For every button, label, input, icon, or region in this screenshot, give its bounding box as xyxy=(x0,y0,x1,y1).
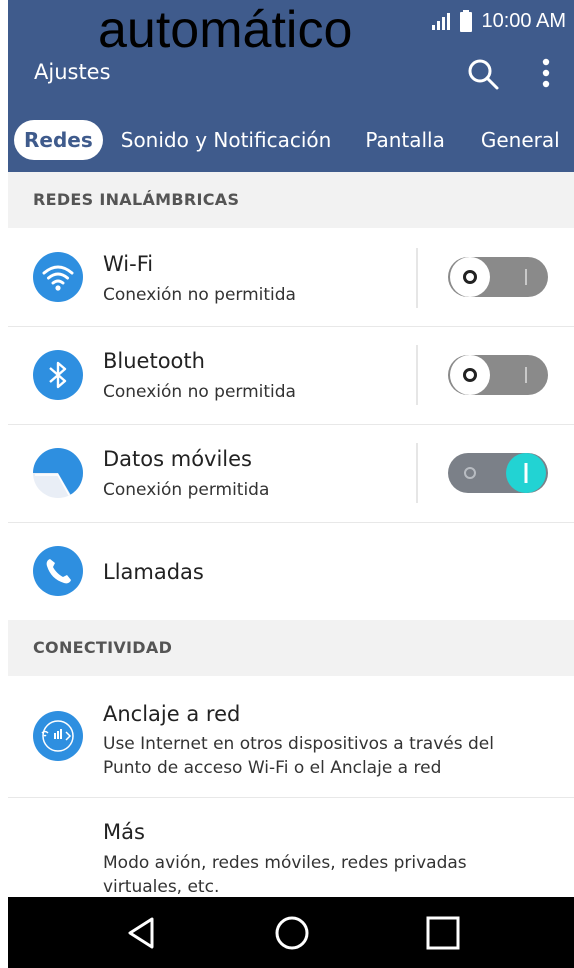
item-title: Wi-Fi xyxy=(103,252,154,276)
list-item-bluetooth[interactable]: Bluetooth Conexión no permitida xyxy=(8,327,574,424)
tethering-icon xyxy=(33,711,83,761)
list-item-calls[interactable]: Llamadas xyxy=(8,523,574,620)
tab-general[interactable]: General xyxy=(473,120,568,160)
item-title: Bluetooth xyxy=(103,349,205,373)
divider xyxy=(416,248,418,308)
more-vert-icon[interactable] xyxy=(536,56,556,92)
tab-bar: Redes Sonido y Notificación Pantalla Gen… xyxy=(8,118,574,162)
recents-icon[interactable] xyxy=(421,911,465,955)
tab-pantalla[interactable]: Pantalla xyxy=(357,120,453,160)
tab-sonido[interactable]: Sonido y Notificación xyxy=(113,120,340,160)
page-title: Ajustes xyxy=(34,60,111,84)
overlay-label: automático xyxy=(98,1,353,59)
mobile-data-icon xyxy=(33,448,83,498)
search-icon[interactable] xyxy=(465,56,501,92)
back-icon[interactable] xyxy=(120,911,164,955)
signal-icon xyxy=(432,13,451,30)
item-title: Más xyxy=(103,820,145,844)
phone-icon xyxy=(33,546,83,596)
item-title: Anclaje a red xyxy=(103,702,241,726)
wifi-toggle[interactable] xyxy=(448,255,548,299)
status-bar: 10:00 AM xyxy=(431,6,566,36)
tab-redes[interactable]: Redes xyxy=(14,120,103,160)
home-icon[interactable] xyxy=(270,911,314,955)
item-subtitle: Modo avión, redes móviles, redes privada… xyxy=(103,853,467,897)
list-item-tethering[interactable]: Anclaje a red Use Internet en otros disp… xyxy=(8,676,574,797)
bluetooth-icon xyxy=(33,350,83,400)
wifi-icon xyxy=(33,252,83,302)
divider xyxy=(416,443,418,503)
battery-icon xyxy=(460,10,473,32)
status-time: 10:00 AM xyxy=(481,9,566,32)
section-header-connectivity: CONECTIVIDAD xyxy=(8,620,574,676)
item-title: Llamadas xyxy=(103,560,204,584)
section-title: REDES INALÁMBRICAS xyxy=(33,190,240,209)
bluetooth-toggle[interactable] xyxy=(448,353,548,397)
navigation-bar xyxy=(8,897,574,968)
item-title: Datos móviles xyxy=(103,447,252,471)
section-header-wireless: REDES INALÁMBRICAS xyxy=(8,172,574,228)
section-title: CONECTIVIDAD xyxy=(33,638,173,657)
divider xyxy=(416,345,418,405)
list-item-mobile-data[interactable]: Datos móviles Conexión permitida xyxy=(8,425,574,522)
list-item-more[interactable]: Más Modo avión, redes móviles, redes pri… xyxy=(8,798,574,897)
list-item-wifi[interactable]: Wi-Fi Conexión no permitida xyxy=(8,228,574,326)
mobile-data-toggle[interactable] xyxy=(448,451,548,495)
item-subtitle: Use Internet en otros dispositivos a tra… xyxy=(103,734,494,778)
